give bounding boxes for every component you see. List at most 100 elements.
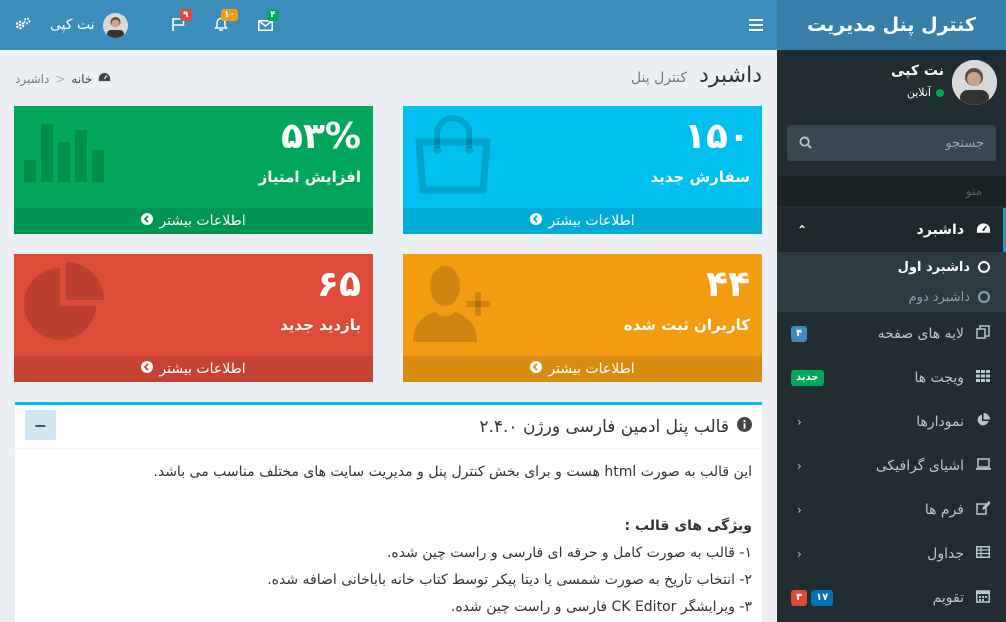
edit-icon (974, 501, 992, 519)
user-status-label: آنلاین (906, 86, 931, 99)
table-icon (974, 546, 992, 562)
notifications-button[interactable]: ۱۰ (201, 0, 241, 50)
arrow-circle-left-icon (141, 213, 154, 229)
more-info-label: اطلاعات بیشتر (548, 361, 635, 377)
sidebar-item-label: داشبرد (916, 222, 964, 238)
user-status: آنلاین (907, 86, 944, 99)
more-info-label: اطلاعات بیشتر (159, 361, 246, 377)
breadcrumb-separator: > (55, 72, 66, 86)
info-circle-icon (737, 417, 752, 436)
sidebar-item-label: تقویم (932, 590, 964, 606)
submenu-item-dashboard-2[interactable]: داشبرد دوم (777, 282, 1006, 312)
circle-icon (978, 291, 990, 303)
page-subtitle: کنترل پنل (630, 70, 688, 86)
sidebar-toggle-button[interactable] (735, 0, 777, 50)
circle-icon (978, 261, 990, 273)
breadcrumb-current: داشبرد (15, 72, 50, 86)
online-dot-icon (936, 88, 944, 97)
sidebar-item-charts[interactable]: نمودارها ‹ (777, 400, 1006, 444)
chevron-left-icon: ‹ (797, 547, 802, 561)
stat-value: ۵۳% (280, 116, 361, 157)
top-navbar: ۴ ۱۰ ۹ نت کپی (0, 0, 777, 50)
arrow-circle-left-icon (530, 213, 543, 229)
pie-chart-icon (24, 262, 104, 346)
notifications-badge: ۱۰ (221, 9, 238, 21)
collapse-button[interactable]: − (25, 410, 56, 440)
arrow-circle-left-icon (530, 361, 543, 377)
settings-button[interactable] (0, 0, 46, 50)
sidebar-item-ui-elements[interactable]: اشیای گرافیکی ‹ (777, 444, 1006, 488)
sidebar-item-calendar[interactable]: تقویم ۱۷ ۳ (777, 576, 1006, 620)
user-name: نت کپی (891, 63, 944, 79)
bar-chart-icon (24, 114, 104, 188)
calendar-icon (974, 589, 992, 607)
user-menu[interactable]: نت کپی (50, 0, 128, 50)
grid-icon (974, 370, 992, 386)
sidebar-item-tables[interactable]: جداول ‹ (777, 532, 1006, 576)
calendar-badge-blue: ۱۷ (811, 590, 834, 606)
submenu-item-dashboard-1[interactable]: داشبرد اول (777, 252, 1006, 282)
stat-label: کاربران ثبت شده (623, 316, 750, 334)
sidebar-item-layouts[interactable]: لایه های صفحه ۴ (777, 312, 1006, 356)
chevron-left-icon: ‹ (797, 415, 802, 429)
info-panel: قالب پنل ادمین فارسی ورژن ۲.۴.۰ − این قا… (15, 402, 762, 622)
stat-label: سفارش جدید (650, 168, 750, 186)
more-info-label: اطلاعات بیشتر (548, 213, 635, 229)
stat-box-visitors: ۶۵ بازدید جدید اطلاعات بیشتر (14, 254, 373, 382)
stat-box-bounce: ۵۳% افزایش امتیاز اطلاعات بیشتر (14, 106, 373, 234)
submenu-label: داشبرد اول (897, 259, 970, 275)
page-header: داشبرد کنترل پنل (631, 63, 762, 88)
dashboard-icon (974, 222, 992, 239)
search-icon[interactable] (799, 134, 812, 153)
sidebar-item-label: فرم ها (924, 502, 964, 518)
user-panel: نت کپی آنلاین (777, 50, 1006, 124)
tasks-button[interactable]: ۹ (158, 0, 198, 50)
stat-value: ۴۴ (706, 264, 750, 305)
layouts-badge: ۴ (791, 326, 808, 342)
sidebar-item-label: لایه های صفحه (877, 326, 964, 342)
stat-value: ۱۵۰ (684, 116, 750, 157)
chevron-up-icon: ⌃ (797, 223, 808, 237)
dashboard-submenu: داشبرد اول داشبرد دوم (777, 252, 1006, 312)
calendar-badge-red: ۳ (791, 590, 808, 606)
sidebar-item-forms[interactable]: فرم ها ‹ (777, 488, 1006, 532)
sidebar-nav: داشبرد ⌃ داشبرد اول داشبرد دوم لایه های … (777, 208, 1006, 620)
sidebar-item-widgets[interactable]: ویجت ها جدید (777, 356, 1006, 400)
user-avatar (952, 60, 997, 105)
app-logo[interactable]: کنترل پنل مدیریت (777, 0, 1006, 50)
more-info-link[interactable]: اطلاعات بیشتر (403, 356, 762, 382)
panel-title: قالب پنل ادمین فارسی ورژن ۲.۴.۰ (479, 416, 729, 437)
widgets-badge: جدید (791, 370, 824, 386)
laptop-icon (974, 458, 992, 474)
sidebar-search (787, 125, 996, 161)
stat-value: ۶۵ (317, 264, 361, 305)
sidebar: کنترل پنل مدیریت نت کپی آنلاین منو داشبر… (777, 0, 1006, 622)
stat-label: بازدید جدید (280, 316, 361, 334)
shopping-bag-icon (413, 114, 493, 198)
search-input[interactable] (834, 135, 984, 151)
panel-header: قالب پنل ادمین فارسی ورژن ۲.۴.۰ − (15, 405, 762, 449)
feature-item: ۲- انتخاب تاریخ به صورت شمسی یا دیتا پیک… (267, 572, 752, 588)
breadcrumb-home[interactable]: خانه (71, 72, 92, 86)
more-info-link[interactable]: اطلاعات بیشتر (14, 208, 373, 234)
stat-box-orders: ۱۵۰ سفارش جدید اطلاعات بیشتر (403, 106, 762, 234)
submenu-label: داشبرد دوم (908, 289, 970, 305)
tasks-badge: ۹ (180, 9, 192, 21)
panel-body: این قالب به صورت html هست و برای بخش کنت… (15, 449, 762, 621)
chevron-left-icon: ‹ (797, 459, 802, 473)
messages-badge: ۴ (267, 9, 279, 21)
more-info-link[interactable]: اطلاعات بیشتر (403, 208, 762, 234)
feature-item: ۱- قالب به صورت کامل و حرفه ای فارسی و ر… (386, 545, 752, 561)
hamburger-icon (749, 15, 763, 36)
messages-button[interactable]: ۴ (245, 0, 285, 50)
breadcrumb: داشبرد > خانه (15, 72, 111, 86)
sidebar-item-dashboard[interactable]: داشبرد ⌃ (777, 208, 1006, 252)
features-title: ویژگی های قالب : (624, 518, 753, 534)
main-content: داشبرد کنترل پنل داشبرد > خانه ۱۵۰ سفارش… (0, 50, 777, 622)
chevron-left-icon: ‹ (797, 503, 802, 517)
stat-box-users: ۴۴ کاربران ثبت شده اطلاعات بیشتر (403, 254, 762, 382)
more-info-label: اطلاعات بیشتر (159, 213, 246, 229)
panel-intro: این قالب به صورت html هست و برای بخش کنت… (153, 464, 752, 480)
user-menu-name: نت کپی (50, 17, 95, 33)
more-info-link[interactable]: اطلاعات بیشتر (14, 356, 373, 382)
